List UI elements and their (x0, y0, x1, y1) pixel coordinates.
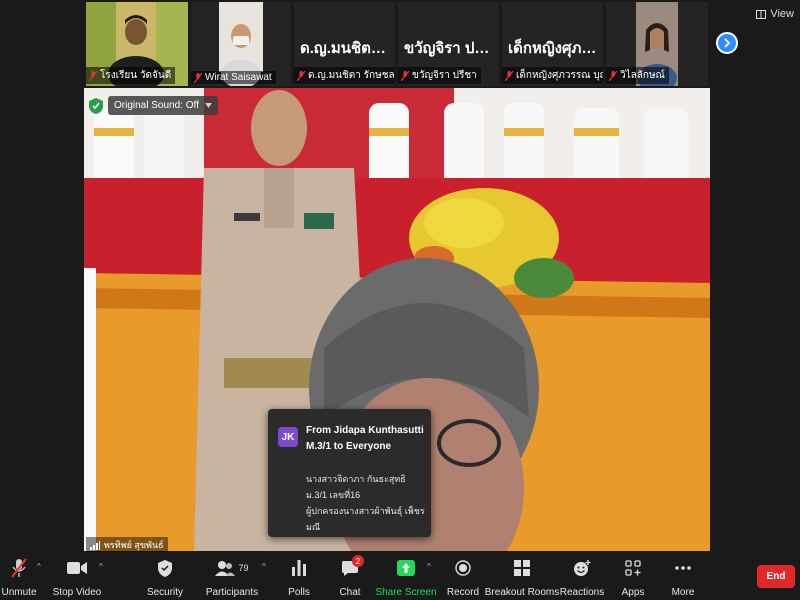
chat-button[interactable]: 2 Chat (338, 555, 364, 598)
participants-label: Participants (205, 587, 259, 598)
meeting-toolbar: Unmute ^ Stop Video ^ Security 79 Partic… (0, 552, 800, 600)
security-label: Security (146, 587, 184, 598)
participants-button[interactable]: 79 Participants (205, 557, 259, 598)
participant-name-tag: Wirat Saisawat (191, 71, 276, 84)
stop-video-button[interactable]: Stop Video (53, 557, 101, 598)
mic-muted-icon (505, 70, 513, 81)
participant-tile-3[interactable]: ด.ญ.มนชิตา รักษ... ด.ญ.มนชิตา รักษชล (294, 2, 395, 86)
original-sound-button[interactable]: Original Sound: Off (108, 96, 218, 115)
chevron-down-icon (204, 103, 212, 108)
share-screen-button[interactable]: Share Screen (375, 557, 437, 598)
mic-muted-icon (89, 70, 97, 81)
polls-icon (292, 560, 306, 576)
participant-name: โรงเรียน วัดจันดี (100, 70, 172, 81)
record-label: Record (446, 587, 480, 598)
participants-count: 79 (238, 563, 249, 573)
apps-label: Apps (621, 587, 645, 598)
unmute-label: Unmute (1, 587, 37, 598)
zoom-meeting-window: โรงเรียน วัดจันดี Wirat Saisawat ด.ญ.มนช… (0, 0, 800, 600)
chat-message-line: ผู้ปกครองนางสาวผ้าพันธุ์ เพ็ชรมณี (306, 506, 425, 532)
security-shield-icon (158, 559, 172, 577)
grid-view-icon (756, 9, 767, 19)
participant-tile-4[interactable]: ขวัญจิรา ปรีชา ขวัญจิรา ปรีชา (398, 2, 499, 86)
apps-button[interactable]: Apps (621, 557, 645, 598)
view-button[interactable]: View (756, 8, 794, 20)
reactions-label: Reactions (559, 587, 605, 598)
participants-options-caret[interactable]: ^ (262, 562, 266, 571)
view-label: View (770, 8, 794, 20)
video-options-caret[interactable]: ^ (99, 562, 103, 571)
mic-muted-icon (297, 70, 305, 81)
speaker-name-tag: พรทิพย์ สุขพันธ์ (86, 537, 168, 553)
more-label: More (671, 587, 695, 598)
chevron-right-icon (724, 38, 731, 48)
original-sound-control: Original Sound: Off (88, 96, 218, 115)
polls-label: Polls (288, 587, 310, 598)
mic-muted-icon (401, 70, 409, 81)
end-meeting-button[interactable]: End (757, 565, 795, 588)
more-dots-icon (675, 566, 691, 570)
speaker-name: พรทิพย์ สุขพันธ์ (104, 540, 164, 550)
reactions-button[interactable]: Reactions (560, 557, 604, 598)
mic-muted-icon (194, 72, 202, 83)
participant-tile-1[interactable]: โรงเรียน วัดจันดี (86, 2, 188, 86)
participant-name-tag: โรงเรียน วัดจันดี (86, 67, 176, 84)
chat-unread-badge: 2 (352, 555, 364, 567)
record-button[interactable]: Record (446, 557, 480, 598)
participant-name-tag: เด็กหญิงศุภวรรณ บุญทอง (502, 67, 603, 84)
share-options-caret[interactable]: ^ (427, 562, 431, 571)
participant-display-name: ด.ญ.มนชิตา รักษ... (300, 40, 395, 57)
participant-name-tag: ขวัญจิรา ปรีชา (398, 67, 481, 84)
chat-notification-popup[interactable]: JK From Jidapa Kunthasutti M.3/1 to Ever… (268, 409, 431, 537)
participant-name: Wirat Saisawat (205, 72, 272, 83)
record-icon (455, 560, 471, 576)
more-button[interactable]: More (671, 557, 695, 598)
audio-options-caret[interactable]: ^ (37, 562, 41, 571)
polls-button[interactable]: Polls (287, 557, 311, 598)
gallery-strip: โรงเรียน วัดจันดี Wirat Saisawat ด.ญ.มนช… (0, 0, 800, 88)
participant-name: ขวัญจิรา ปรีชา (412, 70, 477, 81)
participant-tile-5[interactable]: เด็กหญิงศุภวรรณ... เด็กหญิงศุภวรรณ บุญทอ… (502, 2, 603, 86)
share-screen-label: Share Screen (375, 587, 437, 598)
participant-name: ด.ญ.มนชิตา รักษชล (308, 70, 395, 81)
participant-name-tag: ด.ญ.มนชิตา รักษชล (294, 67, 395, 84)
reactions-smiley-icon (574, 559, 591, 576)
sender-avatar: JK (278, 427, 298, 447)
signal-bars-icon (90, 540, 100, 550)
chat-message-line: นางสาวจิดาภา กันธะสุทธิ ม.3/1 เลขที่16 (306, 474, 406, 500)
share-screen-icon (397, 560, 415, 576)
original-sound-label: Original Sound: Off (114, 100, 199, 111)
participant-tile-6[interactable]: วิไลลักษณ์ (606, 2, 708, 86)
breakout-rooms-icon (514, 560, 530, 576)
participant-display-name: เด็กหญิงศุภวรรณ... (508, 40, 603, 57)
chat-label: Chat (339, 587, 361, 598)
participant-name-tag: วิไลลักษณ์ (606, 67, 669, 84)
participant-display-name: ขวัญจิรา ปรีชา (404, 40, 499, 57)
mic-muted-icon (11, 558, 27, 578)
gallery-next-button[interactable] (716, 32, 738, 54)
chat-message: นางสาวจิดาภา กันธะสุทธิ ม.3/1 เลขที่16 ผ… (306, 471, 426, 535)
participant-tile-2[interactable]: Wirat Saisawat (191, 2, 291, 86)
breakout-rooms-label: Breakout Rooms (484, 587, 560, 598)
unmute-button[interactable]: Unmute (1, 557, 37, 598)
stop-video-label: Stop Video (52, 587, 102, 598)
participant-name: วิไลลักษณ์ (620, 70, 665, 81)
mic-muted-icon (609, 70, 617, 81)
chat-sender: From Jidapa Kunthasutti M.3/1 to Everyon… (306, 425, 424, 452)
video-camera-icon (67, 562, 87, 574)
apps-icon (625, 560, 641, 576)
breakout-rooms-button[interactable]: Breakout Rooms (485, 557, 559, 598)
security-button[interactable]: Security (146, 557, 184, 598)
encryption-shield-icon (89, 97, 103, 114)
participants-icon (215, 561, 236, 576)
participant-name: เด็กหญิงศุภวรรณ บุญทอง (516, 70, 603, 81)
